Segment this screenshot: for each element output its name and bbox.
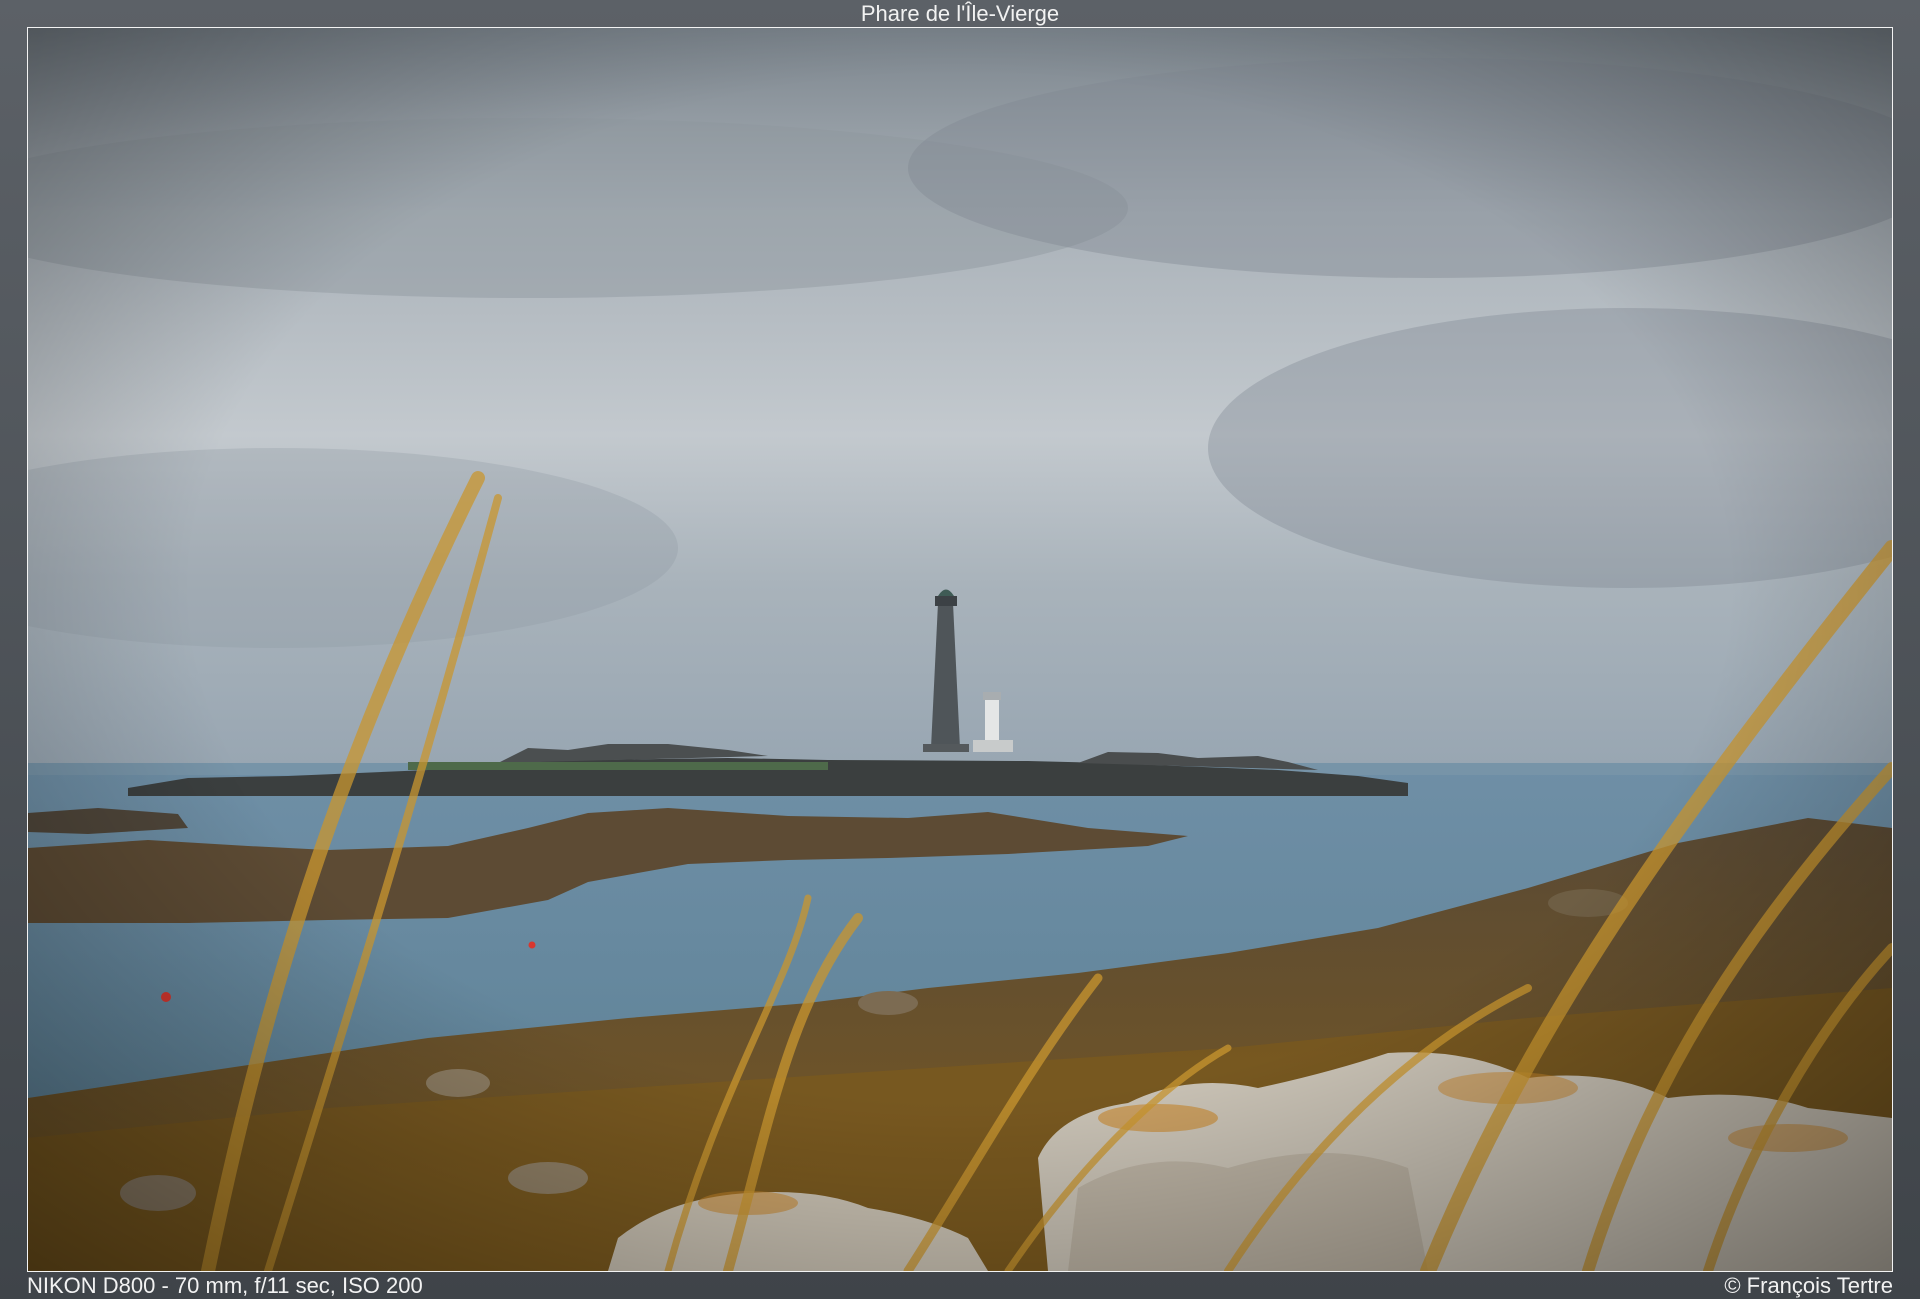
copyright-notice: © François Tertre bbox=[1724, 1273, 1893, 1298]
photo-frame: Phare de l'Île-Vierge NIKON D800 - 70 mm… bbox=[0, 0, 1920, 1299]
photo-title: Phare de l'Île-Vierge bbox=[860, 1, 1060, 26]
exif-info: NIKON D800 - 70 mm, f/11 sec, ISO 200 bbox=[27, 1273, 423, 1298]
photo-illustration bbox=[28, 28, 1892, 1271]
landscape-photo bbox=[27, 27, 1893, 1272]
